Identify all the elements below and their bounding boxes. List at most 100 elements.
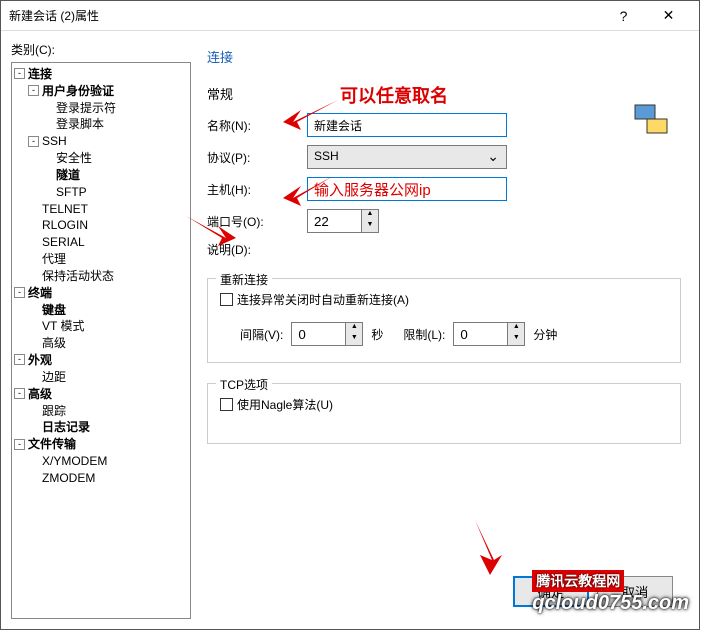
tree-label[interactable]: 跟踪 [42,403,66,417]
tree-item[interactable]: 登录提示符 [14,99,188,116]
tree-label[interactable]: 键盘 [42,302,66,316]
tree-item[interactable]: 代理 [14,250,188,267]
tree-item[interactable]: TELNET [14,200,188,217]
tree-label[interactable]: ZMODEM [42,471,95,485]
tree-label[interactable]: 安全性 [56,151,92,165]
nagle-checkbox[interactable] [220,398,233,411]
reconnect-legend: 重新连接 [216,271,272,288]
tree-label[interactable]: 隧道 [56,168,80,182]
protocol-select[interactable]: SSH [307,145,507,169]
cancel-button[interactable]: 取消 [597,576,673,607]
protocol-label: 协议(P): [207,149,307,166]
tree-item[interactable]: 日志记录 [14,418,188,435]
port-down[interactable]: ▼ [362,221,378,232]
tree-expander[interactable]: - [14,287,25,298]
tree-label[interactable]: 外观 [28,353,52,367]
tree-item[interactable]: 隧道 [14,166,188,183]
limit-unit: 分钟 [533,326,557,343]
interval-unit: 秒 [371,326,383,343]
tree-label[interactable]: 保持活动状态 [42,269,114,283]
name-label: 名称(N): [207,117,307,134]
port-label: 端口号(O): [207,213,307,230]
tree-item[interactable]: 边距 [14,368,188,385]
tree-expander[interactable]: - [14,68,25,79]
tree-item[interactable]: 键盘 [14,301,188,318]
tree-item[interactable]: SFTP [14,183,188,200]
limit-spinner[interactable]: ▲▼ [453,322,525,346]
tree-item[interactable]: -文件传输 [14,435,188,452]
port-up[interactable]: ▲ [362,210,378,221]
tree-item[interactable]: -连接 [14,65,188,82]
tree-label[interactable]: 边距 [42,370,66,384]
tree-item[interactable]: -用户身份验证 [14,82,188,99]
section-connect: 连接 [207,47,681,66]
close-button[interactable]: ✕ [646,1,691,31]
dialog-title: 新建会话 (2)属性 [9,7,601,24]
tree-item[interactable]: 保持活动状态 [14,267,188,284]
tcp-fieldset: TCP选项 使用Nagle算法(U) [207,383,681,444]
tree-item[interactable]: 登录脚本 [14,115,188,132]
tree-item[interactable]: 跟踪 [14,402,188,419]
port-spinner[interactable]: ▲ ▼ [307,209,379,233]
desc-label: 说明(D): [207,241,307,258]
interval-down[interactable]: ▼ [346,334,362,345]
tree-label[interactable]: 高级 [28,387,52,401]
limit-label: 限制(L): [403,326,445,343]
interval-spinner[interactable]: ▲▼ [291,322,363,346]
tree-item[interactable]: -外观 [14,351,188,368]
tree-label[interactable]: SFTP [56,185,87,199]
tree-label[interactable]: 用户身份验证 [42,84,114,98]
interval-input[interactable] [291,322,346,346]
host-label: 主机(H): [207,181,307,198]
limit-down[interactable]: ▼ [508,334,524,345]
tree-item[interactable]: -SSH [14,132,188,149]
reconnect-checkbox[interactable] [220,293,233,306]
tree-label[interactable]: RLOGIN [42,218,88,232]
name-input[interactable] [307,113,507,137]
tree-item[interactable]: -高级 [14,385,188,402]
tree-expander[interactable]: - [14,354,25,365]
port-input[interactable] [307,209,362,233]
tree-label[interactable]: 文件传输 [28,437,76,451]
connection-icon [633,101,669,137]
tree-label[interactable]: TELNET [42,201,88,215]
tree-item[interactable]: 安全性 [14,149,188,166]
tree-expander[interactable]: - [28,85,39,96]
tree-label[interactable]: SERIAL [42,235,85,249]
tree-item[interactable]: -终端 [14,284,188,301]
tree-item[interactable]: ZMODEM [14,469,188,486]
reconnect-fieldset: 重新连接 连接异常关闭时自动重新连接(A) 间隔(V): ▲▼ 秒 限制(L): [207,278,681,363]
tree-item[interactable]: 高级 [14,334,188,351]
tree-label[interactable]: 代理 [42,252,66,266]
tree-label[interactable]: VT 模式 [42,319,84,333]
interval-up[interactable]: ▲ [346,323,362,334]
section-general: 常规 [207,84,681,103]
limit-input[interactable] [453,322,508,346]
host-input[interactable] [307,177,507,201]
tree-label[interactable]: X/YMODEM [42,454,107,468]
tree-label[interactable]: SSH [42,134,67,148]
reconnect-checkbox-label: 连接异常关闭时自动重新连接(A) [237,291,409,308]
properties-dialog: 新建会话 (2)属性 ? ✕ 类别(C): -连接-用户身份验证登录提示符登录脚… [0,0,700,630]
tree-label[interactable]: 终端 [28,286,52,300]
tree-expander[interactable]: - [14,439,25,450]
category-tree[interactable]: -连接-用户身份验证登录提示符登录脚本-SSH安全性隧道SFTPTELNETRL… [11,62,191,619]
tree-expander[interactable]: - [28,136,39,147]
nagle-checkbox-label: 使用Nagle算法(U) [237,396,333,413]
tree-item[interactable]: SERIAL [14,233,188,250]
tree-item[interactable]: RLOGIN [14,216,188,233]
limit-up[interactable]: ▲ [508,323,524,334]
titlebar: 新建会话 (2)属性 ? ✕ [1,1,699,31]
tree-expander[interactable]: - [14,388,25,399]
tree-label[interactable]: 日志记录 [42,420,90,434]
tree-label[interactable]: 高级 [42,336,66,350]
help-button[interactable]: ? [601,1,646,31]
ok-button[interactable]: 确定 [513,576,589,607]
tree-label[interactable]: 登录脚本 [56,117,104,131]
tree-item[interactable]: VT 模式 [14,317,188,334]
category-label: 类别(C): [11,41,191,58]
right-panel: 连接 常规 名称(N): 协议(P): SSH 主机(H): 端口号(O): [199,41,689,619]
tree-label[interactable]: 连接 [28,67,52,81]
tree-item[interactable]: X/YMODEM [14,452,188,469]
tree-label[interactable]: 登录提示符 [56,100,116,114]
